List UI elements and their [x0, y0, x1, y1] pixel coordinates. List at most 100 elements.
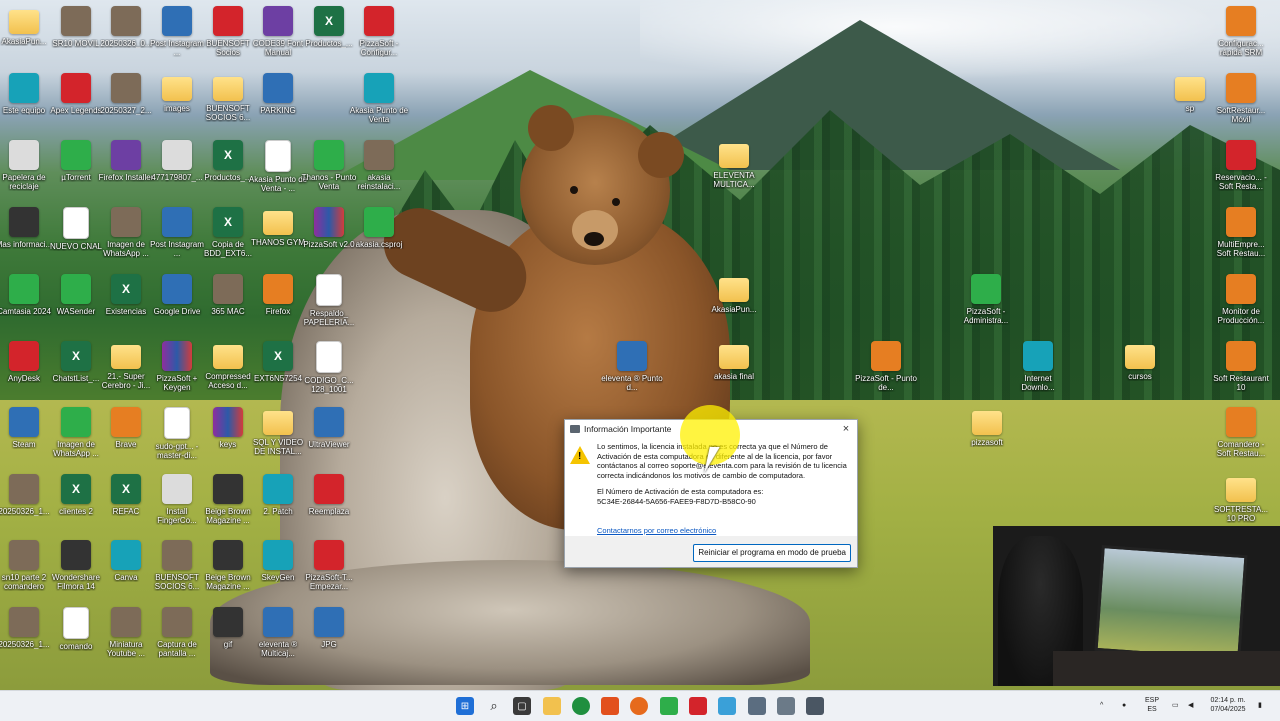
desktop-icon[interactable]: Configurac... rápida SRM: [1211, 6, 1271, 70]
bear-ear-right: [638, 132, 684, 178]
dark-icon: [213, 474, 243, 504]
desktop-icon-label: PizzaSoft-T... Empezar...: [305, 573, 353, 591]
orange-icon: [1226, 73, 1256, 103]
desktop-icon[interactable]: Reservacio... - Soft Resta...: [1211, 140, 1271, 204]
app-icon: [162, 274, 192, 304]
doc-icon: [316, 274, 342, 306]
img-icon: [364, 140, 394, 170]
desktop-icon[interactable]: akasia.csproj: [349, 207, 409, 271]
winrar-icon: [314, 207, 344, 237]
desktop-icon-label: PARKING: [260, 106, 296, 115]
desktop-icon[interactable]: Reemplaza: [299, 474, 359, 538]
restart-trial-button[interactable]: Reiniciar el programa en modo de prueba: [693, 544, 851, 562]
desktop-icon[interactable]: PizzaSoft - Punto de...: [855, 341, 917, 405]
desktop-icon[interactable]: PARKING: [248, 73, 308, 137]
purple-icon: [111, 140, 141, 170]
desktop-icon-label: cursos: [1128, 372, 1152, 381]
green-icon: [61, 407, 91, 437]
app-icon: [162, 207, 192, 237]
bear-eye-right: [612, 198, 620, 206]
green-icon: [61, 140, 91, 170]
desktop-icon[interactable]: Comandero - Soft Restau...: [1211, 407, 1271, 471]
desktop-icon[interactable]: UltraViewer: [299, 407, 359, 471]
desktop-icon[interactable]: PizzaSoft-T... Empezar...: [299, 540, 359, 604]
dark-icon: [9, 207, 39, 237]
tray-overflow-chevron-icon[interactable]: ^: [1100, 701, 1103, 710]
desktop-icon-label: Internet Downlo...: [1021, 374, 1055, 392]
app-window-icon[interactable]: [777, 697, 795, 715]
desktop-icon[interactable]: Monitor de Producción...: [1211, 274, 1271, 338]
desktop-icon[interactable]: SoftRestaur... Móvil: [1211, 73, 1271, 137]
network-icon[interactable]: ▭: [1172, 701, 1179, 710]
start-button-icon[interactable]: ⊞: [456, 697, 474, 715]
file-explorer-icon[interactable]: [543, 697, 561, 715]
folder-icon: [263, 211, 293, 235]
desktop-icon[interactable]: akasia reinstalaci...: [349, 140, 409, 204]
red-icon: [364, 6, 394, 36]
desktop-icon[interactable]: MultiEmpre... Soft Restau...: [1211, 207, 1271, 271]
eleventa-taskbar-icon[interactable]: [806, 697, 824, 715]
desktop-icon[interactable]: akasia final: [704, 341, 764, 405]
gray-icon: [162, 140, 192, 170]
orange-icon: [111, 407, 141, 437]
desktop-icon[interactable]: Internet Downlo...: [1008, 341, 1068, 405]
activation-number: 5C34E-26844-5A656-FAEE9-F8D7D-B58C0-90: [597, 496, 756, 506]
desktop-icon[interactable]: Akasia Punto de Venta: [349, 73, 409, 137]
desktop-icon[interactable]: pizzasoft: [957, 407, 1017, 471]
desktop-icon[interactable]: AkasiaPun...: [704, 274, 764, 338]
settings-gear-icon[interactable]: [748, 697, 766, 715]
language-code: ESP: [1144, 697, 1159, 704]
dark-icon: [213, 607, 243, 637]
camtasia-icon[interactable]: [660, 697, 678, 715]
desktop-icon-label: eleventa ® Punto d...: [601, 374, 663, 392]
orange-icon: [871, 341, 901, 371]
teal-icon: [111, 540, 141, 570]
desktop-icon[interactable]: Soft Restaurant 10: [1211, 341, 1271, 405]
desktop-icon[interactable]: PizzaSoft - Administra...: [956, 274, 1016, 338]
task-view-icon[interactable]: ▢: [513, 697, 531, 715]
notifications-icon[interactable]: ▮: [1258, 701, 1262, 710]
desktop-icon-label: PizzaSoft - Punto de...: [855, 374, 917, 392]
img-icon: [111, 607, 141, 637]
close-icon[interactable]: ×: [839, 422, 853, 436]
desktop-icon[interactable]: cursos: [1110, 341, 1170, 405]
folder-icon: [1175, 77, 1205, 101]
desktop-icon-label: PizzaSoft - Administra...: [963, 307, 1009, 325]
folder-icon: [162, 77, 192, 101]
desktop-icon[interactable]: PizzaSoft - Configur...: [349, 6, 409, 70]
volume-icon[interactable]: ◀: [1188, 701, 1193, 710]
app-icon: [570, 425, 580, 433]
orange-icon: [1226, 6, 1256, 36]
green-icon: [9, 274, 39, 304]
excel-icon: X: [111, 474, 141, 504]
doc-icon: [164, 407, 190, 439]
winrar-icon: [213, 407, 243, 437]
desktop-icon[interactable]: eleventa ® Punto d...: [601, 341, 663, 405]
brave-icon[interactable]: [601, 697, 619, 715]
red-icon: [61, 73, 91, 103]
taskbar: ⊞ ⌕ ▢ ^ ● ESP ES ▭ ◀ 02:14 p. m. 07/04/2…: [0, 690, 1280, 721]
firefox-icon[interactable]: [630, 697, 648, 715]
webcam-overlay: [993, 526, 1280, 686]
orange-icon: [1226, 207, 1256, 237]
notepad-icon[interactable]: [718, 697, 736, 715]
green-icon: [314, 140, 344, 170]
language-indicator[interactable]: ESP ES: [1140, 696, 1164, 714]
desktop-icon[interactable]: ELEVENTA MULTICA...: [704, 140, 764, 204]
clock[interactable]: 02:14 p. m. 07/04/2025: [1204, 696, 1252, 714]
camtasia-recorder-icon[interactable]: [689, 697, 707, 715]
microphone-icon[interactable]: ●: [1122, 701, 1126, 710]
img-icon: [9, 540, 39, 570]
folder-icon: [9, 10, 39, 34]
message-activation-label: El Número de Activación de esta computad…: [597, 487, 764, 496]
desktop-icon[interactable]: JPG: [299, 607, 359, 671]
desktop-icon[interactable]: CODIGO_C... 128_1001: [299, 341, 359, 405]
clock-time: 02:14 p. m.: [1210, 697, 1246, 704]
search-icon[interactable]: ⌕: [485, 697, 503, 715]
chrome-icon[interactable]: [572, 697, 590, 715]
desktop-icon[interactable]: Respaldo_ PAPELERIA...: [299, 274, 359, 338]
folder-icon: [263, 411, 293, 435]
contact-email-link[interactable]: Contactarnos por correo electrónico: [597, 526, 716, 535]
desktop-icon-label: akasia.csproj: [355, 240, 403, 249]
desktop-icon-label: MultiEmpre... Soft Restau...: [1216, 240, 1266, 258]
